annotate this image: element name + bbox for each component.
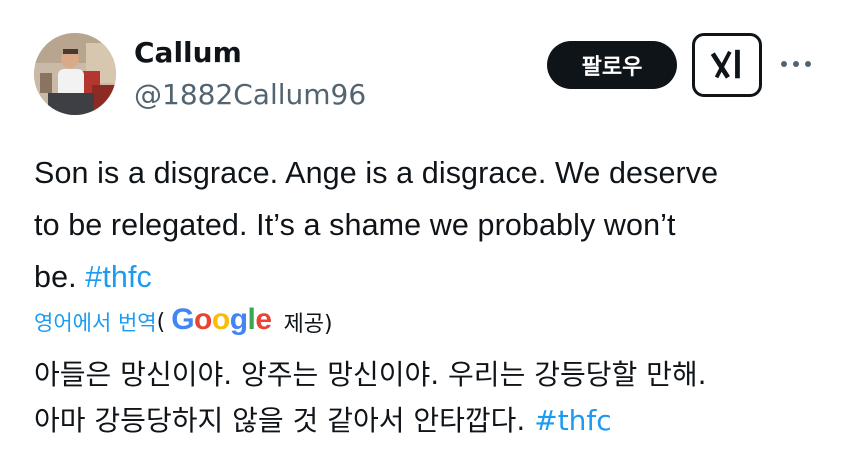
follow-button[interactable]: 팔로우 [547, 41, 677, 89]
translated-text: 아들은 망신이야. 앙주는 망신이야. 우리는 강등당할 만해. 아마 강등당하… [34, 352, 824, 444]
avatar[interactable] [34, 33, 116, 115]
translated-line: 아들은 망신이야. 앙주는 망신이야. 우리는 강등당할 만해. [34, 358, 707, 391]
translated-from-link[interactable]: 영어에서 번역 [34, 307, 157, 337]
translated-line-text: 아마 강등당하지 않을 것 같아서 안타깝다. [34, 404, 526, 437]
grok-button[interactable] [692, 33, 762, 97]
more-options-button[interactable] [778, 52, 814, 76]
avatar-photo [34, 33, 116, 115]
provided-by-label: 제공) [283, 312, 333, 337]
tweet-text: Son is a disgrace. Ange is a disgrace. W… [34, 147, 824, 303]
tweet-line: to be relegated. It’s a shame we probabl… [34, 208, 676, 242]
tweet-line-text: be. [34, 260, 77, 294]
hashtag-link[interactable]: #thfc [85, 260, 152, 294]
more-icon [781, 61, 811, 67]
grok-icon [710, 49, 740, 79]
tweet-line: Son is a disgrace. Ange is a disgrace. W… [34, 156, 719, 190]
author-name[interactable]: Callum [134, 36, 242, 70]
tweet-line-last: be. #thfc [34, 251, 824, 303]
google-logo: Google [171, 303, 272, 336]
translated-hashtag-link[interactable]: #thfc [534, 404, 611, 437]
open-paren: ( [156, 309, 166, 335]
author-handle[interactable]: @1882Callum96 [134, 78, 366, 112]
translated-line-last: 아마 강등당하지 않을 것 같아서 안타깝다. #thfc [34, 398, 824, 444]
translation-attribution: 영어에서 번역 ( Google 제공) [34, 302, 333, 342]
